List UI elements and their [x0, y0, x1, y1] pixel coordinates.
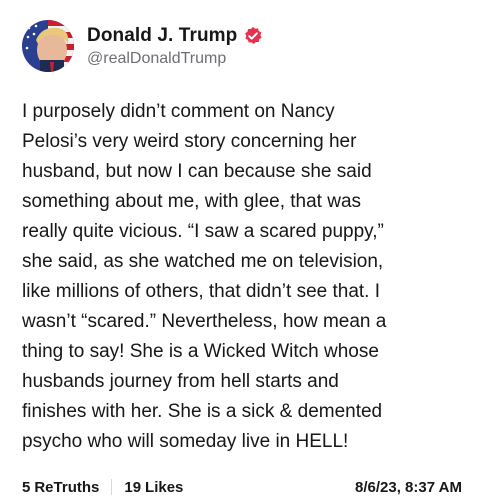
post-header: Donald J. Trump @realDonaldTrump: [22, 14, 263, 78]
avatar-image: [22, 20, 74, 72]
likes-stat[interactable]: 19 Likes: [124, 479, 183, 496]
retruths-count: 5: [22, 478, 31, 496]
likes-label: Likes: [145, 478, 184, 496]
stat-divider: [111, 479, 113, 495]
post-text: I purposely didn’t comment on Nancy Pelo…: [22, 101, 387, 452]
author-avatar[interactable]: [22, 20, 74, 72]
post-timestamp[interactable]: 8/6/23, 8:37 AM: [355, 479, 462, 496]
author-name-row[interactable]: Donald J. Trump: [87, 25, 263, 47]
author-display-name[interactable]: Donald J. Trump: [87, 25, 237, 47]
author-handle[interactable]: @realDonaldTrump: [87, 50, 263, 68]
author-names: Donald J. Trump @realDonaldTrump: [87, 25, 263, 68]
likes-count: 19: [124, 478, 142, 496]
retruths-stat[interactable]: 5 ReTruths: [22, 479, 99, 496]
retruths-label: ReTruths: [34, 478, 100, 496]
verified-badge-icon: [243, 26, 263, 46]
post-card: Donald J. Trump @realDonaldTrump I purpo…: [0, 0, 484, 500]
post-footer: 5 ReTruths 19 Likes 8/6/23, 8:37 AM: [22, 476, 462, 498]
